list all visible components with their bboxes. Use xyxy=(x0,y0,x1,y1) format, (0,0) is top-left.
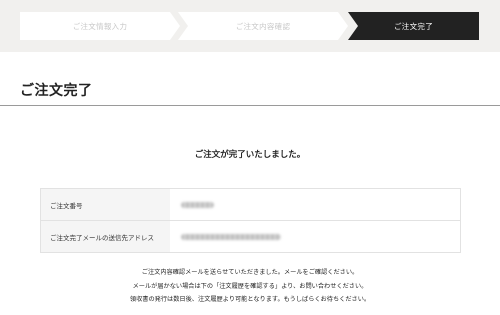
title-divider xyxy=(0,105,500,106)
order-info-table: ご注文番号 ご注文完了メールの送信先アドレス xyxy=(40,188,461,253)
email-row: ご注文完了メールの送信先アドレス xyxy=(41,221,460,252)
page-title: ご注文完了 xyxy=(20,83,93,99)
completion-message: ご注文が完了いたしました。 xyxy=(194,150,306,160)
notes: ご注文内容確認メールを送らせていただきました。メールをご確認ください。 メールが… xyxy=(0,266,500,307)
redacted-email-address xyxy=(181,233,281,240)
order-number-value xyxy=(170,189,460,220)
note-line: ご注文内容確認メールを送らせていただきました。メールをご確認ください。 xyxy=(141,269,359,276)
checkout-steps: ご注文情報入力 ご注文内容確認 ご注文完了 xyxy=(20,12,479,40)
redacted-order-number xyxy=(181,201,214,208)
checkout-progress-bar: ご注文情報入力 ご注文内容確認 ご注文完了 xyxy=(0,0,500,52)
note-line: 領収書の発行は数日後、注文履歴より可能となります。もうしばらくお待ちください。 xyxy=(129,296,371,303)
order-number-label: ご注文番号 xyxy=(41,189,170,220)
email-label: ご注文完了メールの送信先アドレス xyxy=(41,221,170,252)
email-value xyxy=(170,221,460,252)
step-order-complete: ご注文完了 xyxy=(348,12,479,40)
note-line: メールが届かない場合は下の「注文履歴を確認する」より、お問い合わせください。 xyxy=(132,282,368,290)
step-order-confirm: ご注文内容確認 xyxy=(178,12,348,40)
step-order-info: ご注文情報入力 xyxy=(20,12,180,40)
order-number-row: ご注文番号 xyxy=(41,189,460,221)
